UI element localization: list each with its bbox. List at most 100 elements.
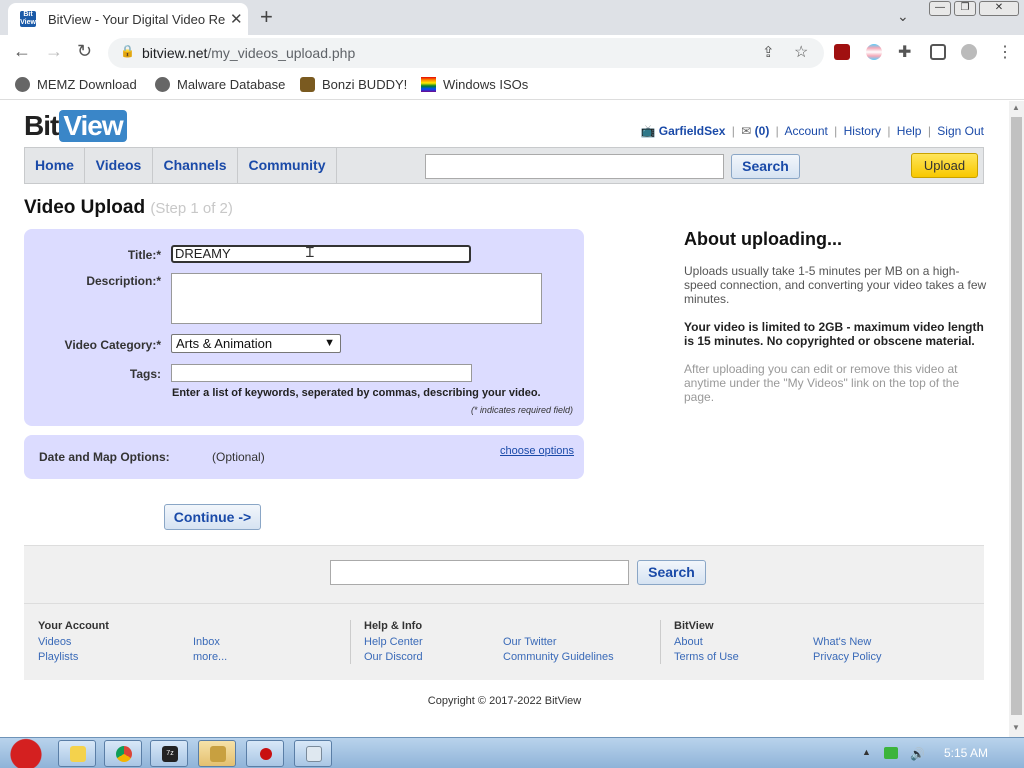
footer-link-privacy-policy[interactable]: Privacy Policy — [813, 651, 881, 663]
footer-link-inbox[interactable]: Inbox — [193, 636, 220, 648]
footer-link-terms[interactable]: Terms of Use — [674, 651, 739, 663]
window-minimize-button[interactable]: — — [929, 1, 951, 16]
date-map-options: Date and Map Options: (Optional) choose … — [24, 435, 584, 479]
7zip-icon: 7z — [162, 746, 178, 762]
footer-link-help-center[interactable]: Help Center — [364, 636, 423, 648]
upload-form: Title:* DREAMY Ɪ Description:* Video Cat… — [24, 229, 584, 426]
page-scrollbar[interactable]: ▲ ▼ — [1009, 101, 1024, 737]
header-search-input[interactable] — [425, 154, 724, 179]
nav-community[interactable]: Community — [238, 148, 337, 183]
scroll-up-icon[interactable]: ▲ — [1012, 103, 1020, 112]
window-restore-button[interactable]: ❐ — [954, 1, 976, 16]
share-icon[interactable]: ⇪ — [762, 43, 775, 61]
help-link[interactable]: Help — [897, 124, 922, 138]
page-title: Video Upload (Step 1 of 2) — [24, 197, 233, 218]
footer-link-our-twitter[interactable]: Our Twitter — [503, 636, 557, 648]
nav-home[interactable]: Home — [25, 148, 85, 183]
footer-search-button[interactable]: Search — [637, 560, 706, 585]
globe-icon — [15, 77, 30, 92]
tags-input[interactable] — [171, 364, 472, 382]
footer-divider — [660, 620, 661, 664]
footer-divider — [350, 620, 351, 664]
reload-icon[interactable]: ↻ — [77, 41, 92, 62]
record-icon — [260, 748, 272, 760]
footer-link-playlists[interactable]: Playlists — [38, 651, 78, 663]
continue-button[interactable]: Continue -> — [164, 504, 261, 530]
category-select[interactable]: Arts & Animation ▼ — [171, 334, 341, 353]
bookmark-bonzi-buddy[interactable]: Bonzi BUDDY! — [300, 77, 407, 92]
browser-tab-bar: Bit View BitView - Your Digital Video Re… — [0, 0, 1024, 35]
bookmark-star-icon[interactable]: ☆ — [794, 42, 808, 62]
taskbar-clock[interactable]: 5:15 AM — [944, 746, 988, 760]
bookmark-memz[interactable]: MEMZ Download — [15, 77, 137, 92]
scroll-down-icon[interactable]: ▼ — [1012, 723, 1020, 732]
inbox-count[interactable]: (0) — [755, 124, 770, 138]
options-label: Date and Map Options: — [39, 450, 170, 464]
tab-close-icon[interactable]: ✕ — [230, 10, 243, 28]
start-angry-bird-icon[interactable] — [4, 738, 48, 768]
footer-link-community-guidelines[interactable]: Community Guidelines — [503, 651, 614, 663]
address-bar[interactable]: 🔒 bitview.net/my_videos_upload.php ⇪ ☆ — [108, 38, 824, 68]
chrome-icon — [116, 746, 132, 762]
footer-link-videos[interactable]: Videos — [38, 636, 71, 648]
nav-videos[interactable]: Videos — [85, 148, 153, 183]
footer-heading-your-account: Your Account — [38, 620, 109, 632]
extensions-puzzle-icon[interactable]: ✚ — [898, 42, 914, 61]
window-close-button[interactable]: ✕ — [979, 1, 1019, 16]
bitview-logo[interactable]: Bit View — [24, 110, 127, 142]
windows-taskbar: 7z ▲ 🔊 5:15 AM — [0, 737, 1024, 768]
bookmarks-bar: MEMZ Download Malware Database Bonzi BUD… — [0, 70, 1024, 100]
taskbar-explorer[interactable] — [58, 740, 96, 767]
browser-tab-active[interactable]: Bit View BitView - Your Digital Video Re… — [8, 3, 248, 35]
category-label: Video Category:* — [64, 338, 161, 352]
taskbar-recorder[interactable] — [246, 740, 284, 767]
tab-search-chevron-icon[interactable]: ⌄ — [897, 8, 909, 25]
description-textarea[interactable] — [171, 273, 542, 324]
main-nav: Home Videos Channels Community Search Up… — [24, 147, 984, 184]
tray-network-icon[interactable] — [884, 747, 898, 759]
tags-hint: Enter a list of keywords, seperated by c… — [172, 387, 541, 399]
options-optional: (Optional) — [212, 450, 265, 464]
bitview-favicon-icon: Bit View — [20, 11, 36, 27]
address-url: bitview.net/my_videos_upload.php — [142, 45, 356, 61]
footer-search-input[interactable] — [330, 560, 629, 585]
bookmark-windows-isos[interactable]: Windows ISOs — [421, 77, 528, 92]
chrome-menu-icon[interactable]: ⋮ — [997, 42, 1013, 62]
title-label: Title:* — [127, 248, 161, 262]
scrollbar-thumb[interactable] — [1011, 117, 1022, 715]
taskbar-folder-window[interactable] — [198, 740, 236, 767]
footer-search-bar: Search — [24, 545, 984, 603]
tray-volume-icon[interactable]: 🔊 — [910, 747, 925, 761]
title-input[interactable]: DREAMY — [171, 245, 471, 263]
new-tab-plus-icon[interactable]: + — [260, 4, 273, 30]
tray-chevron-up-icon[interactable]: ▲ — [862, 747, 871, 757]
taskbar-chrome[interactable] — [104, 740, 142, 767]
inbox-mail-icon[interactable]: ✉ — [741, 124, 751, 138]
username-link[interactable]: GarfieldSex — [659, 124, 726, 138]
sign-out-link[interactable]: Sign Out — [937, 124, 984, 138]
bookmark-malware-database[interactable]: Malware Database — [155, 77, 285, 92]
footer-link-whats-new[interactable]: What's New — [813, 636, 871, 648]
account-link[interactable]: Account — [784, 124, 827, 138]
upload-button[interactable]: Upload — [911, 153, 978, 178]
required-note: (* indicates required field) — [470, 405, 573, 415]
nav-channels[interactable]: Channels — [153, 148, 238, 183]
footer-link-our-discord[interactable]: Our Discord — [364, 651, 423, 663]
profile-avatar-icon[interactable] — [961, 44, 977, 60]
taskbar-notepad[interactable] — [294, 740, 332, 767]
footer-link-about[interactable]: About — [674, 636, 703, 648]
forward-arrow-icon[interactable]: → — [45, 41, 63, 62]
globe-icon — [155, 77, 170, 92]
history-link[interactable]: History — [844, 124, 881, 138]
taskbar-7zip[interactable]: 7z — [150, 740, 188, 767]
choose-options-link[interactable]: choose options — [500, 445, 574, 457]
footer-link-more[interactable]: more... — [193, 651, 227, 663]
ublock-extension-icon[interactable] — [834, 44, 850, 60]
back-arrow-icon[interactable]: ← — [13, 41, 31, 62]
user-links: 📺 GarfieldSex | ✉ (0) | Account | Histor… — [640, 124, 984, 138]
flag-extension-icon[interactable] — [866, 44, 882, 60]
side-panel-icon[interactable] — [930, 44, 946, 60]
rainbow-flag-icon — [421, 77, 436, 92]
header-search-button[interactable]: Search — [731, 154, 800, 179]
browser-toolbar: ← → ↻ 🔒 bitview.net/my_videos_upload.php… — [0, 35, 1024, 70]
